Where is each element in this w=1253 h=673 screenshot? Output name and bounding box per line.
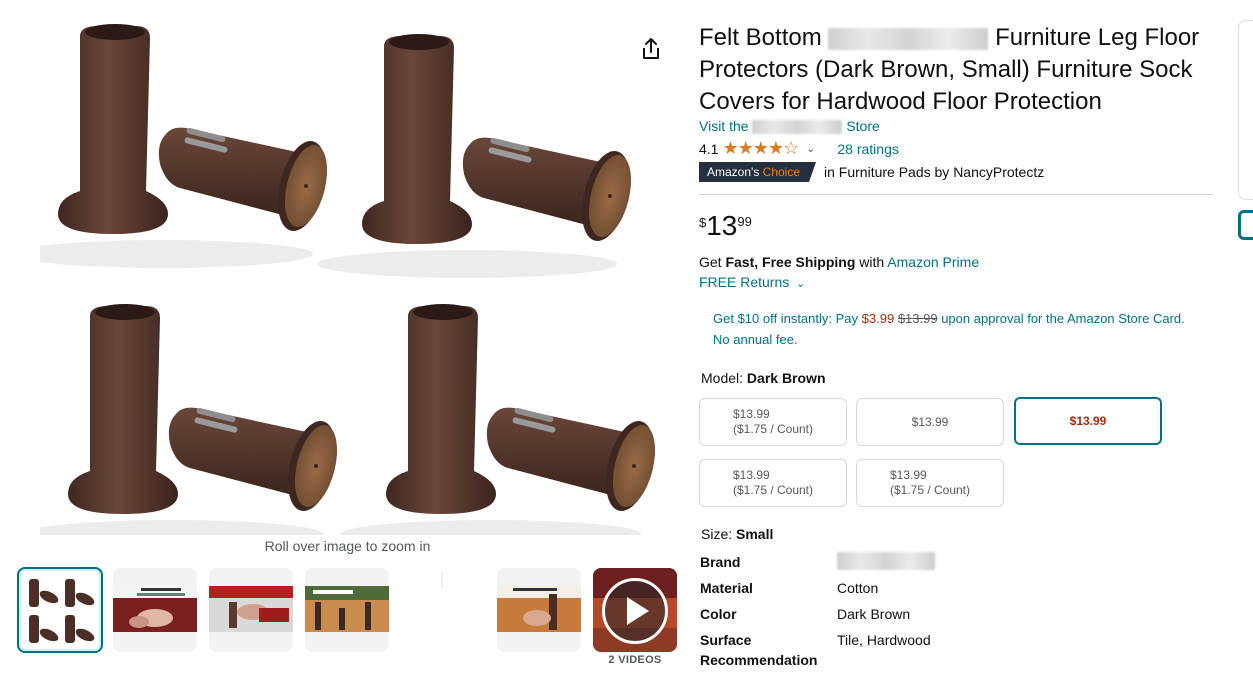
free-returns-link[interactable]: FREE Returns ⌄ — [699, 274, 805, 290]
chevron-down-icon: ⌄ — [796, 278, 806, 290]
zoom-hint: Roll over image to zoom in — [264, 538, 431, 554]
product-image-graphic — [13, 10, 663, 548]
spec-value-color: Dark Brown — [837, 606, 911, 622]
chevron-down-icon[interactable]: ⌄ — [806, 142, 815, 155]
model-label: Model: Dark Brown — [701, 370, 826, 386]
spec-value-material: Cotton — [837, 580, 879, 596]
title-part-a: Felt Bottom — [699, 24, 822, 51]
model-option-3-selected[interactable]: $13.99 — [1014, 397, 1162, 445]
visit-store-link[interactable]: Visit the Store — [699, 118, 880, 135]
model-option-4[interactable]: $13.99 ($1.75 / Count) — [699, 459, 847, 507]
thumbnail-usage[interactable] — [209, 568, 293, 652]
price-whole: 13 — [706, 210, 738, 241]
model-option-1[interactable]: $13.99 ($1.75 / Count) — [699, 398, 847, 446]
play-video-icon[interactable] — [602, 578, 668, 644]
chair-thumbnail-icon — [497, 586, 581, 632]
thumbnail-blank[interactable] — [401, 568, 485, 652]
price-fraction: 99 — [737, 214, 752, 229]
store-card-promo[interactable]: Get $10 off instantly: Pay $3.99 $13.99 … — [713, 308, 1213, 350]
spec-key-material: Material — [700, 580, 753, 596]
price: $ 13 99 — [699, 212, 752, 240]
price-currency: $ — [699, 215, 707, 230]
room-thumbnail-icon — [305, 586, 389, 632]
promo-price: $3.99 — [861, 311, 895, 326]
rating-row: 4.1 ★★★★☆ ⌄ 28 ratings — [699, 138, 899, 159]
rating-value: 4.1 — [699, 140, 719, 157]
usage-thumbnail-icon — [209, 586, 293, 632]
store-suffix: Store — [846, 118, 880, 134]
size-label: Size: Small — [701, 526, 774, 542]
ratings-count-link[interactable]: 28 ratings — [837, 141, 898, 157]
redacted-brand — [828, 27, 989, 50]
feature-thumbnail-icon — [113, 586, 197, 632]
buy-box-panel-edge — [1238, 20, 1253, 200]
amazons-choice-row: Amazon's Choice in Furniture Pads by Nan… — [699, 162, 1044, 182]
spec-key-surface: Surface — [700, 632, 752, 648]
thumbnail-chair[interactable] — [497, 568, 581, 652]
thumbnail-feature[interactable] — [113, 568, 197, 652]
star-rating-icon[interactable]: ★★★★☆ — [722, 138, 799, 159]
redacted-store-name — [752, 120, 843, 135]
model-value: Dark Brown — [746, 370, 826, 386]
thumbnail-room[interactable] — [305, 568, 389, 652]
model-option-2[interactable]: $13.99 — [856, 398, 1004, 446]
videos-count-label: 2 VIDEOS — [608, 654, 662, 666]
amazons-choice-badge[interactable]: Amazon's Choice — [699, 162, 817, 182]
spec-value-brand — [837, 552, 935, 571]
badge-context: in Furniture Pads by NancyProtectz — [824, 164, 1045, 180]
spec-value-surface: Tile, Hardwood — [837, 632, 931, 648]
product-title: Felt Bottom Furniture Leg Floor Protecto… — [699, 22, 1219, 118]
share-icon[interactable] — [640, 37, 662, 61]
spec-key-recommendation: Recommendation — [700, 652, 818, 668]
size-value: Small — [736, 526, 774, 542]
store-prefix: Visit the — [699, 118, 749, 134]
spec-key-brand: Brand — [700, 554, 741, 570]
model-option-5[interactable]: $13.99 ($1.75 / Count) — [856, 459, 1004, 507]
main-product-image[interactable] — [13, 10, 663, 548]
fast-free-shipping: Fast, Free Shipping — [725, 254, 856, 270]
promo-original-price: $13.99 — [897, 311, 938, 326]
spec-key-color: Color — [700, 606, 737, 622]
amazon-prime-link[interactable]: Amazon Prime — [887, 254, 979, 270]
shipping-info: Get Fast, Free Shipping with Amazon Prim… — [699, 254, 980, 270]
buy-box-control-edge[interactable] — [1238, 210, 1253, 240]
divider — [699, 194, 1213, 195]
product-thumbnail-icon — [29, 579, 95, 643]
thumbnail-product[interactable] — [17, 567, 103, 653]
